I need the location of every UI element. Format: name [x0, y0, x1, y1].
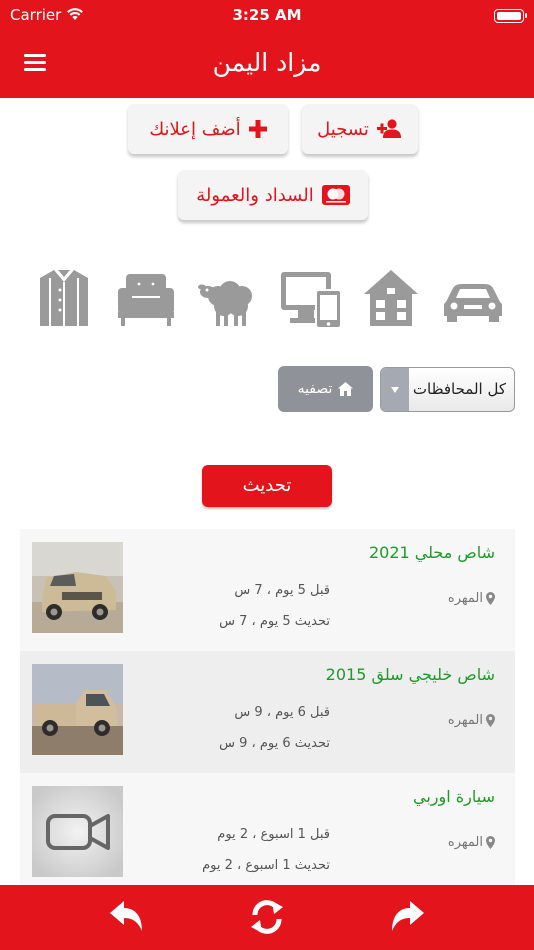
category-livestock[interactable]	[198, 268, 260, 330]
page-title: مزاد اليمن	[212, 48, 322, 77]
location-pin-icon	[486, 592, 495, 605]
payment-label: السداد والعمولة	[196, 184, 314, 206]
listing-location-label: المهره	[447, 835, 483, 850]
filter-label: تصفيه	[297, 381, 333, 397]
battery-level	[497, 12, 521, 20]
status-bar: Carrier 3:25 AM	[0, 4, 534, 26]
category-furniture[interactable]	[116, 268, 176, 330]
listing-posted-time: قبل 5 يوم ، 7 س	[234, 583, 330, 598]
location-pin-icon	[486, 714, 495, 727]
payment-commission-button[interactable]: السداد والعمولة	[178, 170, 368, 220]
listing-item[interactable]: شاص خليجي سلق 2015 المهره قبل 6 يوم ، 9 …	[20, 651, 515, 773]
add-ad-label: أضف إعلانك	[149, 118, 241, 140]
register-button[interactable]: تسجيل	[302, 104, 418, 154]
app-header: Carrier 3:25 AM مزاد اليمن	[0, 0, 534, 98]
clock: 3:25 AM	[232, 6, 302, 24]
video-placeholder-image	[32, 786, 123, 877]
listing-location: المهره	[448, 591, 495, 606]
home-icon	[338, 382, 354, 396]
house-icon	[364, 270, 418, 326]
listing-updated-time: تحديث 6 يوم ، 9 س	[219, 736, 330, 751]
category-clothing[interactable]	[36, 268, 92, 330]
listing-updated-time: تحديث 5 يوم ، 7 س	[219, 614, 330, 629]
governorate-selected-value: كل المحافظات	[412, 380, 506, 398]
truck-photo-image	[32, 664, 123, 755]
listing-item[interactable]: شاص محلي 2021 المهره قبل 5 يوم ، 7 س تحد…	[20, 529, 515, 651]
refresh-button[interactable]: تحديث	[202, 465, 332, 507]
listing-location-label: المهره	[447, 713, 483, 728]
bottom-toolbar	[0, 885, 534, 950]
forward-arrow-icon[interactable]	[388, 897, 428, 937]
battery-icon	[494, 9, 527, 23]
sheep-icon	[198, 281, 252, 326]
category-electronics[interactable]	[280, 268, 342, 330]
listing-photo	[32, 786, 123, 877]
listing-photo	[32, 542, 123, 633]
category-cars[interactable]	[442, 268, 504, 330]
listing-location-label: المهره	[447, 591, 483, 606]
chevron-down-icon	[381, 368, 409, 411]
car-photo-image	[32, 542, 123, 633]
credit-card-icon	[321, 185, 350, 205]
listing-location: المهره	[448, 713, 495, 728]
listing-posted-time: قبل 1 اسبوع ، 2 يوم	[217, 827, 330, 842]
listing-updated-time: تحديث 1 اسبوع ، 2 يوم	[202, 858, 330, 873]
refresh-icon[interactable]	[247, 897, 287, 937]
category-real-estate[interactable]	[362, 268, 420, 330]
add-user-icon	[376, 119, 401, 138]
listing-posted-time: قبل 6 يوم ، 9 س	[234, 705, 330, 720]
filter-button[interactable]: تصفيه	[278, 366, 373, 412]
listing-item[interactable]: سيارة اوربي المهره قبل 1 اسبوع ، 2 يوم ت…	[20, 773, 515, 895]
back-arrow-icon[interactable]	[106, 897, 146, 937]
plus-icon	[248, 120, 267, 138]
app-screen: Carrier 3:25 AM مزاد اليمن تسجيل أضف إعل…	[0, 0, 534, 950]
register-label: تسجيل	[317, 118, 369, 140]
listing-title: شاص محلي 2021	[368, 543, 495, 562]
governorate-select[interactable]: كل المحافظات	[380, 367, 515, 412]
listing-location: المهره	[448, 835, 495, 850]
shirt-icon	[40, 270, 88, 326]
listing-title: سيارة اوربي	[413, 787, 495, 806]
listing-title: شاص خليجي سلق 2015	[325, 665, 495, 684]
add-ad-button[interactable]: أضف إعلانك	[128, 104, 288, 154]
devices-icon	[281, 272, 342, 329]
sofa-icon	[118, 274, 174, 326]
listing-photo	[32, 664, 123, 755]
location-pin-icon	[486, 836, 495, 849]
car-icon	[444, 284, 502, 322]
